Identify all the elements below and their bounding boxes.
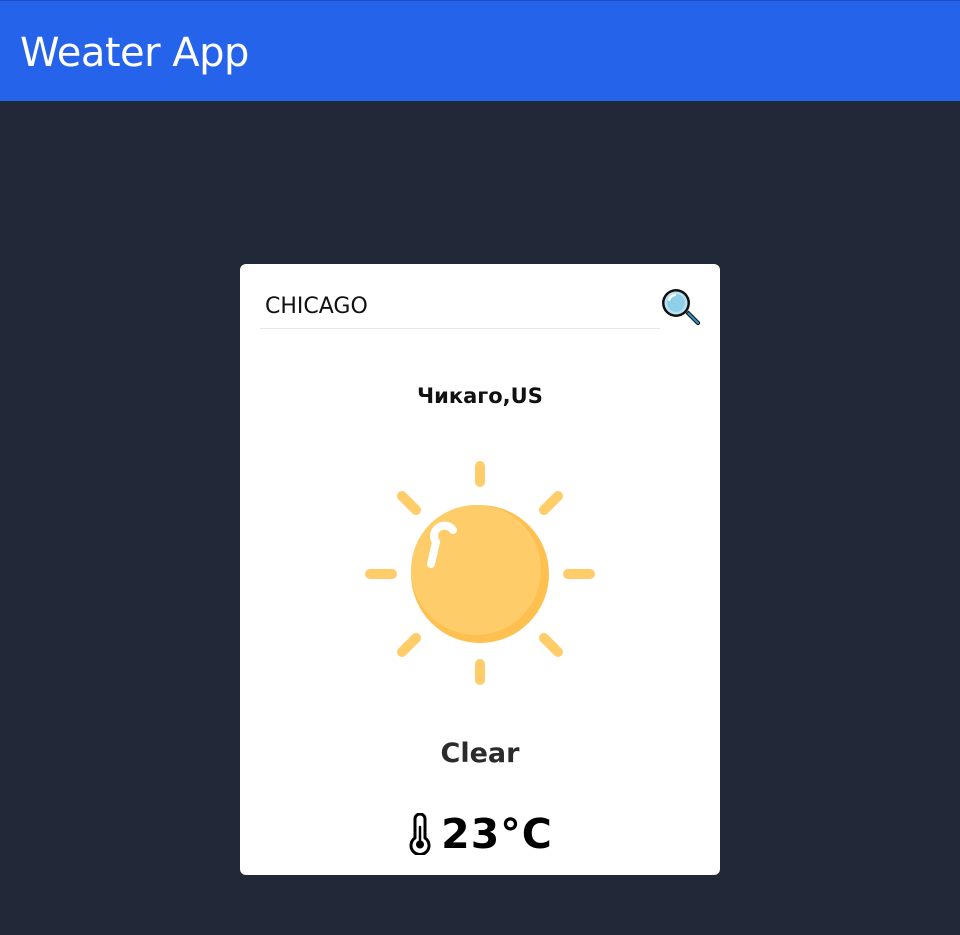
- magnifier-icon: [662, 289, 701, 326]
- city-search-input[interactable]: [260, 284, 660, 329]
- thermometer-icon: [409, 813, 431, 855]
- search-button[interactable]: [658, 286, 704, 332]
- search-bar: [260, 284, 704, 330]
- location-name: Чикаго,US: [417, 384, 543, 408]
- sun-icon: [365, 461, 595, 685]
- weather-condition: Clear: [440, 738, 520, 769]
- weather-card: Чикаго,US Clear 23°C: [240, 264, 720, 875]
- app-header: Weater App: [0, 0, 960, 101]
- temperature-value: 23°C: [441, 810, 553, 858]
- temperature-display: 23°C: [240, 806, 720, 862]
- app-title: Weater App: [20, 30, 249, 76]
